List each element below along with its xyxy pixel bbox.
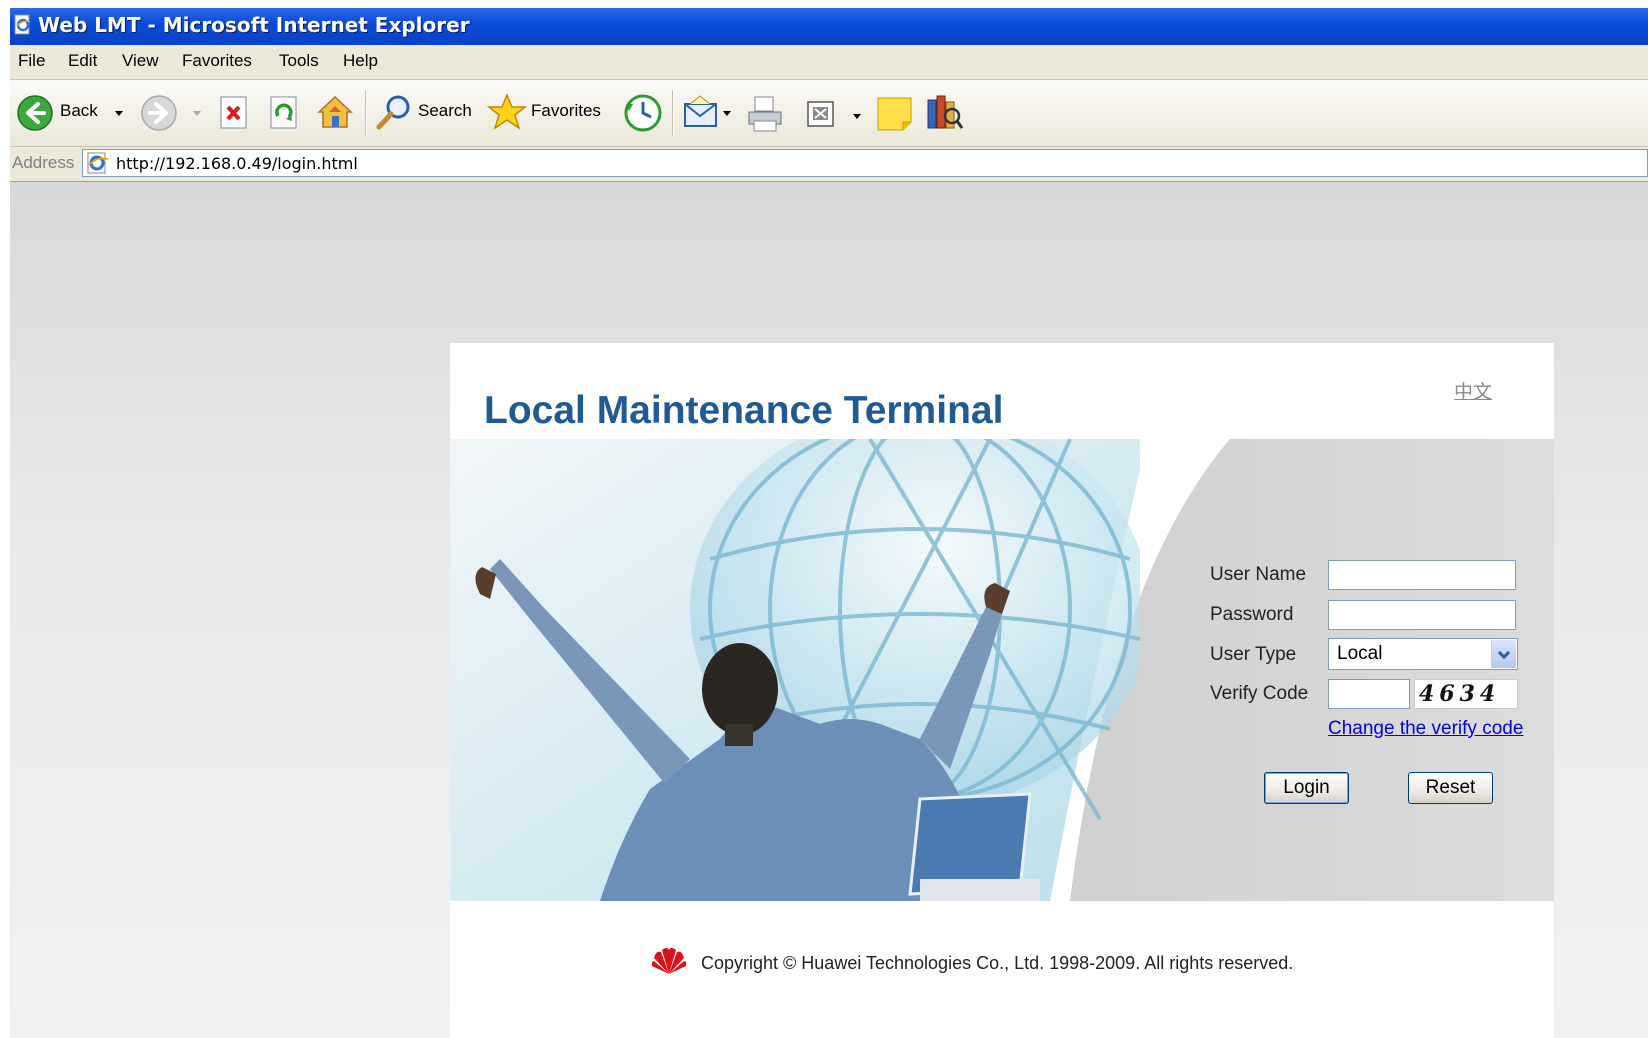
menu-help[interactable]: Help bbox=[343, 51, 378, 71]
username-input[interactable] bbox=[1328, 560, 1516, 590]
mail-icon bbox=[684, 95, 717, 127]
edit-document-icon bbox=[807, 101, 834, 127]
window-title: Web LMT - Microsoft Internet Explorer bbox=[38, 13, 470, 37]
browser-window: Web LMT - Microsoft Internet Explorer Fi… bbox=[10, 8, 1648, 1038]
print-button[interactable] bbox=[745, 94, 787, 134]
password-label: Password bbox=[1210, 604, 1294, 625]
research-books-icon bbox=[927, 95, 964, 129]
change-verify-code-link[interactable]: Change the verify code bbox=[1328, 718, 1523, 740]
address-input[interactable]: http://192.168.0.49/login.html bbox=[82, 149, 1648, 177]
copyright-text: Copyright © Huawei Technologies Co., Ltd… bbox=[701, 953, 1294, 973]
mail-button[interactable] bbox=[682, 94, 732, 134]
home-icon bbox=[317, 95, 353, 128]
history-button[interactable] bbox=[622, 92, 664, 134]
menu-file[interactable]: File bbox=[18, 51, 45, 71]
address-url: http://192.168.0.49/login.html bbox=[116, 154, 358, 173]
favorites-label: Favorites bbox=[531, 101, 601, 120]
forward-button[interactable] bbox=[140, 94, 210, 134]
favorites-button[interactable]: Favorites bbox=[486, 92, 609, 134]
footer: Copyright © Huawei Technologies Co., Ltd… bbox=[450, 943, 1554, 983]
ie-page-icon bbox=[14, 14, 31, 35]
edit-button[interactable] bbox=[805, 94, 865, 134]
back-arrow-icon bbox=[17, 95, 53, 131]
hero-photo-image bbox=[450, 439, 1140, 901]
verify-code-image: 4634 bbox=[1414, 679, 1518, 709]
usertype-select[interactable]: Local bbox=[1328, 638, 1518, 670]
toolbar: Back Search Favorites bbox=[10, 80, 1648, 147]
back-label: Back bbox=[60, 101, 98, 120]
page-content: Local Maintenance Terminal 中文 User Name … bbox=[10, 182, 1648, 1038]
address-bar: Address http://192.168.0.49/login.html bbox=[10, 147, 1648, 182]
favorites-star-icon bbox=[486, 93, 528, 130]
usertype-selected-value: Local bbox=[1337, 643, 1383, 664]
refresh-icon bbox=[270, 96, 297, 129]
mail-dropdown-icon[interactable] bbox=[723, 111, 731, 116]
username-label: User Name bbox=[1210, 564, 1307, 585]
forward-arrow-icon bbox=[141, 95, 177, 131]
title-bar: Web LMT - Microsoft Internet Explorer bbox=[10, 8, 1648, 45]
refresh-button[interactable] bbox=[268, 94, 302, 132]
language-switch-link[interactable]: 中文 bbox=[1454, 377, 1492, 404]
edit-dropdown-icon[interactable] bbox=[853, 114, 861, 119]
search-button[interactable]: Search bbox=[374, 92, 474, 134]
password-input[interactable] bbox=[1328, 600, 1516, 630]
search-label: Search bbox=[418, 101, 472, 120]
history-icon bbox=[624, 94, 662, 132]
search-icon bbox=[376, 95, 410, 130]
page-title: Local Maintenance Terminal bbox=[484, 389, 1004, 432]
back-dropdown-icon[interactable] bbox=[115, 111, 123, 116]
login-button[interactable]: Login bbox=[1264, 772, 1349, 804]
note-icon bbox=[877, 97, 912, 131]
usertype-label: User Type bbox=[1210, 644, 1297, 665]
address-label: Address bbox=[12, 153, 75, 172]
menu-favorites[interactable]: Favorites bbox=[182, 51, 252, 71]
menu-edit[interactable]: Edit bbox=[68, 51, 97, 71]
discuss-button[interactable] bbox=[875, 94, 915, 134]
login-panel: Local Maintenance Terminal 中文 User Name … bbox=[450, 343, 1554, 1038]
stop-icon bbox=[220, 96, 247, 129]
back-button[interactable]: Back bbox=[16, 94, 126, 134]
forward-dropdown-icon[interactable] bbox=[193, 111, 201, 116]
ie-page-icon bbox=[87, 152, 109, 174]
verify-code-input[interactable] bbox=[1328, 679, 1410, 709]
banner: User Name Password User Type Local Verif… bbox=[450, 439, 1554, 901]
menu-tools[interactable]: Tools bbox=[279, 51, 319, 71]
stop-button[interactable] bbox=[218, 94, 252, 132]
menu-bar: File Edit View Favorites Tools Help bbox=[10, 45, 1648, 80]
huawei-logo-icon bbox=[651, 948, 687, 974]
menu-view[interactable]: View bbox=[122, 51, 159, 71]
chevron-down-icon bbox=[1497, 650, 1511, 660]
reset-button[interactable]: Reset bbox=[1408, 772, 1493, 804]
select-arrow-button[interactable] bbox=[1491, 640, 1516, 668]
printer-icon bbox=[748, 96, 782, 132]
research-button[interactable] bbox=[924, 92, 964, 134]
verify-code-label: Verify Code bbox=[1210, 683, 1309, 704]
home-button[interactable] bbox=[315, 92, 355, 132]
